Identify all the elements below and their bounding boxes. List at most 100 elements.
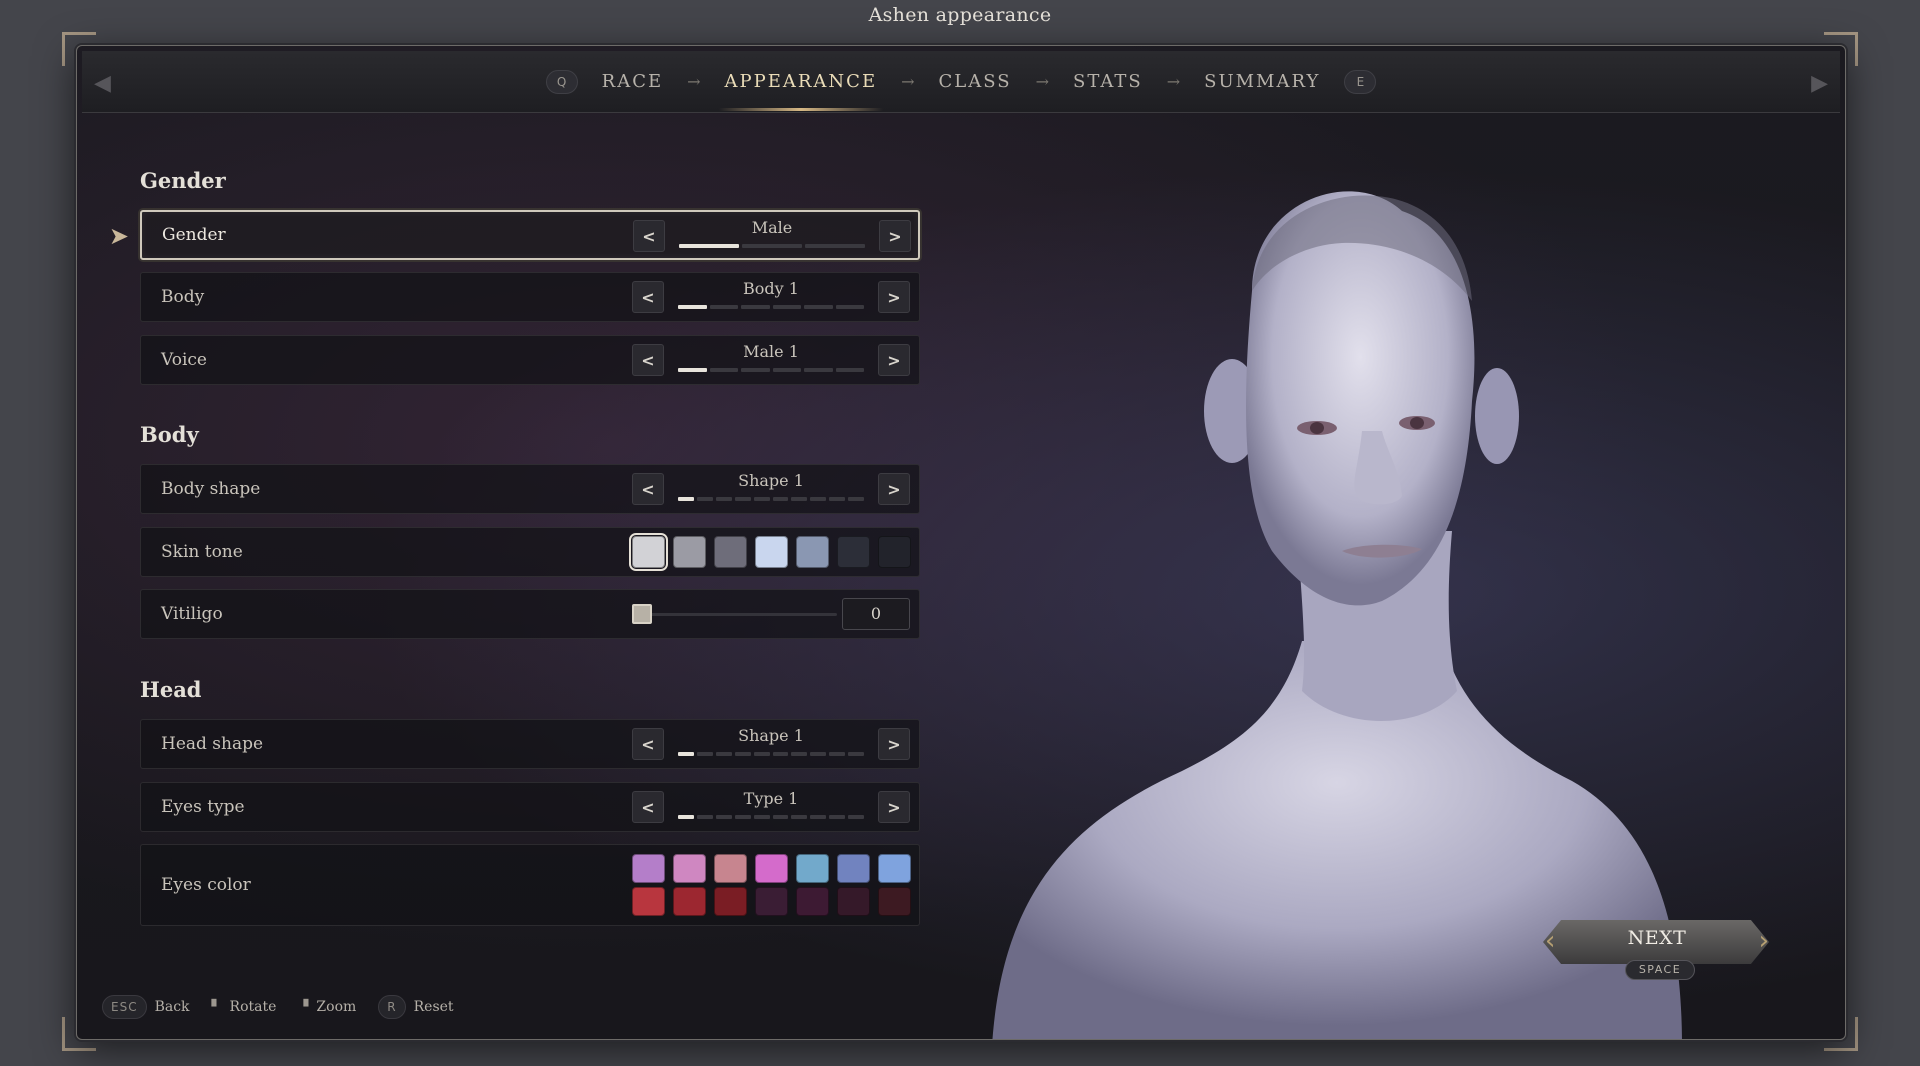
stepper-segment (835, 368, 864, 372)
stepper-segment (848, 752, 865, 756)
stepper-segment (810, 815, 827, 819)
option-label: Gender (162, 225, 226, 245)
chevron-left-icon[interactable]: < (632, 344, 664, 376)
stepper-value: Type 1 (743, 789, 799, 808)
stepper-segment (804, 368, 833, 372)
r-key-badge[interactable]: R (378, 995, 406, 1019)
skin-tone-swatch[interactable] (714, 536, 747, 568)
eye-color-swatch[interactable] (837, 887, 870, 916)
stepper-segment (804, 305, 833, 309)
option-row-eyes-type[interactable]: Eyes type < Type 1 > (140, 782, 920, 832)
stepper-segment (734, 752, 751, 756)
stepper-segment (715, 752, 732, 756)
eye-color-swatch[interactable] (878, 854, 911, 883)
tab-race[interactable]: RACE (578, 51, 687, 113)
stepper-segment (734, 815, 751, 819)
stepper-segment (696, 815, 713, 819)
stepper-progress (678, 368, 864, 372)
section-title-gender: Gender (140, 168, 226, 193)
eye-color-swatch[interactable] (796, 887, 829, 916)
arrow-right-icon: → (1035, 72, 1049, 91)
hint-reset[interactable]: Reset (414, 999, 454, 1015)
tab-summary[interactable]: SUMMARY (1180, 51, 1344, 113)
stepper-progress (679, 244, 865, 248)
skin-tone-swatch[interactable] (755, 536, 788, 568)
chevron-left-icon[interactable]: < (632, 791, 664, 823)
stepper-value: Body 1 (743, 279, 799, 298)
stepper-segment (678, 497, 694, 501)
eye-color-swatch[interactable] (714, 887, 747, 916)
chevron-right-icon[interactable]: > (879, 220, 911, 252)
stepper-segment (805, 244, 865, 248)
option-row-vitiligo[interactable]: Vitiligo 0 (140, 589, 920, 639)
skin-tone-swatch[interactable] (796, 536, 829, 568)
option-row-voice[interactable]: Voice < Male 1 > (140, 335, 920, 385)
stepper-segment (791, 815, 808, 819)
skin-tone-swatches (629, 533, 911, 571)
next-button[interactable]: ‹ › NEXT SPACE (1527, 912, 1787, 984)
stepper-progress (678, 497, 865, 501)
eye-color-swatch[interactable] (673, 887, 706, 916)
next-step-key-badge[interactable]: E (1344, 69, 1377, 94)
chevron-right-icon[interactable]: > (878, 728, 910, 760)
slider-handle[interactable] (632, 604, 652, 624)
stepper-segment (734, 497, 751, 501)
hint-zoom: Zoom (316, 999, 357, 1015)
chevron-left-icon[interactable]: < (632, 281, 664, 313)
stepper-segment (679, 244, 739, 248)
option-row-gender[interactable]: Gender < Male > (140, 210, 920, 260)
eye-color-swatch[interactable] (796, 854, 829, 883)
esc-key-badge[interactable]: ESC (102, 995, 147, 1019)
stepper-segment (678, 305, 707, 309)
skin-tone-swatch[interactable] (629, 533, 668, 571)
hint-back[interactable]: Back (155, 999, 190, 1015)
arrow-right-icon: → (687, 72, 701, 91)
chevron-right-icon[interactable]: > (878, 473, 910, 505)
tab-stats[interactable]: STATS (1049, 51, 1167, 113)
option-label: Head shape (161, 734, 264, 754)
option-row-body[interactable]: Body < Body 1 > (140, 272, 920, 322)
prev-step-key-badge[interactable]: Q (545, 69, 578, 94)
nav-right-chevron-icon[interactable]: ▶ (1811, 71, 1828, 96)
vitiligo-value-field[interactable]: 0 (842, 598, 910, 630)
option-label: Body shape (161, 479, 261, 499)
option-row-body-shape[interactable]: Body shape < Shape 1 > (140, 464, 920, 514)
skin-tone-swatch[interactable] (837, 536, 870, 568)
stepper-segment (715, 815, 732, 819)
vitiligo-slider[interactable]: 0 (632, 598, 910, 630)
eye-color-swatch[interactable] (632, 887, 665, 916)
eye-color-swatch[interactable] (878, 887, 911, 916)
eyes-type-stepper: < Type 1 > (632, 789, 910, 823)
stepper-segment (810, 497, 827, 501)
option-row-eyes-color[interactable]: Eyes color (140, 844, 920, 926)
eye-color-swatch[interactable] (632, 854, 665, 883)
stepper-segment (829, 815, 846, 819)
skin-tone-swatch[interactable] (673, 536, 706, 568)
eye-color-swatch[interactable] (755, 854, 788, 883)
chevron-left-icon[interactable]: < (632, 473, 664, 505)
arrow-right-icon: → (901, 72, 915, 91)
stepper-segment (742, 244, 802, 248)
nav-left-chevron-icon[interactable]: ◀ (94, 71, 111, 96)
chevron-right-icon[interactable]: > (878, 281, 910, 313)
eye-color-swatch[interactable] (714, 854, 747, 883)
eye-color-swatch[interactable] (837, 854, 870, 883)
tab-appearance[interactable]: APPEARANCE (701, 51, 902, 113)
hint-rotate: Rotate (229, 999, 277, 1015)
skin-tone-swatch[interactable] (878, 536, 911, 568)
character-preview[interactable] (922, 171, 1702, 1040)
chevron-left-icon[interactable]: < (632, 728, 664, 760)
chevron-left-icon[interactable]: < (633, 220, 665, 252)
tab-class[interactable]: CLASS (915, 51, 1036, 113)
option-label: Eyes color (161, 875, 251, 895)
option-row-head-shape[interactable]: Head shape < Shape 1 > (140, 719, 920, 769)
chevron-right-icon[interactable]: > (878, 791, 910, 823)
slider-track[interactable] (642, 613, 837, 616)
eye-color-swatch[interactable] (755, 887, 788, 916)
stepper-progress (678, 752, 865, 756)
stepper-segment (715, 497, 732, 501)
option-row-skin-tone[interactable]: Skin tone (140, 527, 920, 577)
stepper-segment (791, 752, 808, 756)
eye-color-swatch[interactable] (673, 854, 706, 883)
chevron-right-icon[interactable]: > (878, 344, 910, 376)
